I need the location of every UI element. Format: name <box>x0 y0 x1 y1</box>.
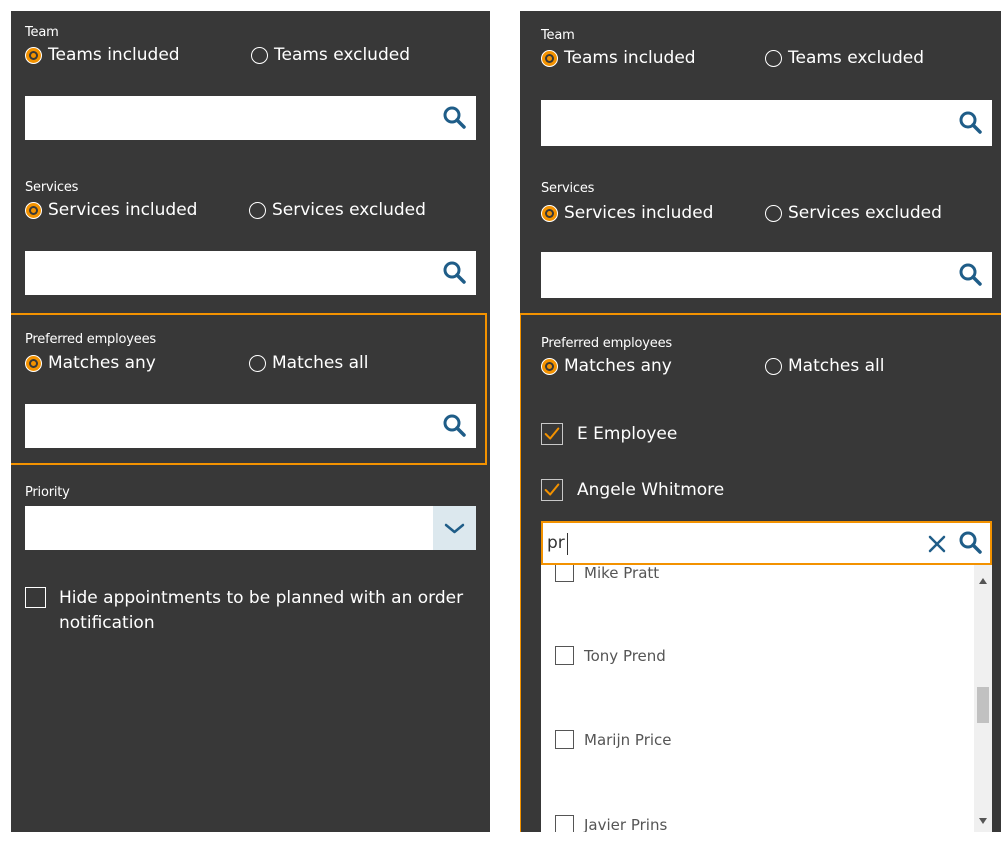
team-search-input[interactable] <box>25 96 476 140</box>
services-included-radio[interactable]: Services included <box>541 203 713 223</box>
services-section-label: Services <box>541 181 595 196</box>
radio-selected-icon <box>541 49 558 67</box>
result-item[interactable]: Tony Prend <box>555 646 666 665</box>
preferred-employees-search-input[interactable] <box>25 404 476 448</box>
result-name: Marijn Price <box>584 730 672 749</box>
radio-selected-icon <box>25 354 42 372</box>
teams-included-label: Teams included <box>564 48 696 68</box>
teams-included-radio[interactable]: Teams included <box>541 48 696 68</box>
matches-all-label: Matches all <box>272 353 369 373</box>
radio-unselected-icon <box>765 357 782 375</box>
radio-unselected-icon <box>765 49 782 67</box>
result-checkbox[interactable] <box>555 730 574 749</box>
result-checkbox[interactable] <box>555 565 574 582</box>
radio-selected-icon <box>25 201 42 219</box>
teams-excluded-radio[interactable]: Teams excluded <box>251 45 410 65</box>
search-icon[interactable] <box>958 530 984 556</box>
team-section-label: Team <box>25 25 59 40</box>
left-filter-panel: Team Teams included Teams excluded Servi… <box>11 11 490 832</box>
team-search-input[interactable] <box>541 100 992 146</box>
teams-included-radio[interactable]: Teams included <box>25 45 180 65</box>
result-name: Javier Prins <box>584 815 668 833</box>
scrollbar-thumb[interactable] <box>977 687 989 723</box>
matches-any-radio[interactable]: Matches any <box>541 356 672 376</box>
teams-excluded-label: Teams excluded <box>788 48 924 68</box>
hide-appointments-label: Hide appointments to be planned with an … <box>59 586 463 636</box>
radio-unselected-icon <box>249 201 266 219</box>
services-excluded-radio[interactable]: Services excluded <box>765 203 942 223</box>
radio-selected-icon <box>541 357 558 375</box>
services-excluded-radio[interactable]: Services excluded <box>249 200 426 220</box>
search-icon[interactable] <box>442 413 468 439</box>
result-checkbox[interactable] <box>555 646 574 665</box>
preferred-employees-label: Preferred employees <box>541 336 672 351</box>
employee-checkbox[interactable] <box>541 423 563 445</box>
result-name: Tony Prend <box>584 646 666 665</box>
search-icon[interactable] <box>442 105 468 131</box>
hide-appointments-label-line1: Hide appointments to be planned with an … <box>59 588 464 608</box>
priority-select[interactable] <box>25 506 476 550</box>
results-scrollbar[interactable] <box>974 565 992 832</box>
radio-selected-icon <box>541 204 558 222</box>
result-item[interactable]: Javier Prins <box>555 815 667 832</box>
matches-all-radio[interactable]: Matches all <box>249 353 368 373</box>
matches-any-radio[interactable]: Matches any <box>25 353 156 373</box>
matches-all-radio[interactable]: Matches all <box>765 356 884 376</box>
checkmark-icon <box>544 483 560 496</box>
result-item[interactable]: Mike Pratt <box>555 565 659 582</box>
matches-all-label: Matches all <box>788 356 885 376</box>
services-excluded-label: Services excluded <box>788 203 942 223</box>
hide-appointments-label-line2: notification <box>59 613 155 633</box>
teams-included-label: Teams included <box>48 45 180 65</box>
employee-results-list[interactable]: Mike Pratt Tony Prend Marijn Price Javie… <box>541 565 992 832</box>
text-cursor <box>567 533 568 555</box>
radio-unselected-icon <box>765 204 782 222</box>
radio-selected-icon <box>25 46 42 64</box>
result-checkbox[interactable] <box>555 815 574 832</box>
preferred-employees-label: Preferred employees <box>25 332 156 347</box>
search-icon[interactable] <box>958 110 984 136</box>
clear-icon[interactable] <box>928 535 946 553</box>
services-included-label: Services included <box>48 200 198 220</box>
chevron-down-icon <box>444 523 465 534</box>
search-icon[interactable] <box>958 262 984 288</box>
radio-unselected-icon <box>249 354 266 372</box>
employee-search-input[interactable]: pr <box>541 521 992 565</box>
matches-any-label: Matches any <box>564 356 672 376</box>
scroll-up-arrow-icon[interactable] <box>978 577 988 585</box>
result-item[interactable]: Marijn Price <box>555 730 672 749</box>
team-section-label: Team <box>541 28 575 43</box>
services-included-label: Services included <box>564 203 714 223</box>
hide-appointments-checkbox[interactable] <box>25 587 46 608</box>
teams-excluded-label: Teams excluded <box>274 45 410 65</box>
right-filter-panel: Team Teams included Teams excluded Servi… <box>520 11 1001 832</box>
employee-name: E Employee <box>577 424 678 444</box>
priority-label: Priority <box>25 485 70 500</box>
employee-name: Angele Whitmore <box>577 480 725 500</box>
priority-dropdown-button[interactable] <box>433 506 476 550</box>
search-icon[interactable] <box>442 260 468 286</box>
result-name: Mike Pratt <box>584 565 660 582</box>
teams-excluded-radio[interactable]: Teams excluded <box>765 48 924 68</box>
services-excluded-label: Services excluded <box>272 200 426 220</box>
scroll-down-arrow-icon[interactable] <box>978 817 988 825</box>
services-search-input[interactable] <box>541 252 992 298</box>
checkmark-icon <box>544 427 560 440</box>
services-section-label: Services <box>25 180 79 195</box>
selected-employee[interactable]: Angele Whitmore <box>541 479 724 501</box>
radio-unselected-icon <box>251 46 268 64</box>
employee-search-value[interactable]: pr <box>547 533 565 553</box>
matches-any-label: Matches any <box>48 353 156 373</box>
services-included-radio[interactable]: Services included <box>25 200 197 220</box>
services-search-input[interactable] <box>25 251 476 295</box>
employee-checkbox[interactable] <box>541 479 563 501</box>
selected-employee[interactable]: E Employee <box>541 423 677 445</box>
